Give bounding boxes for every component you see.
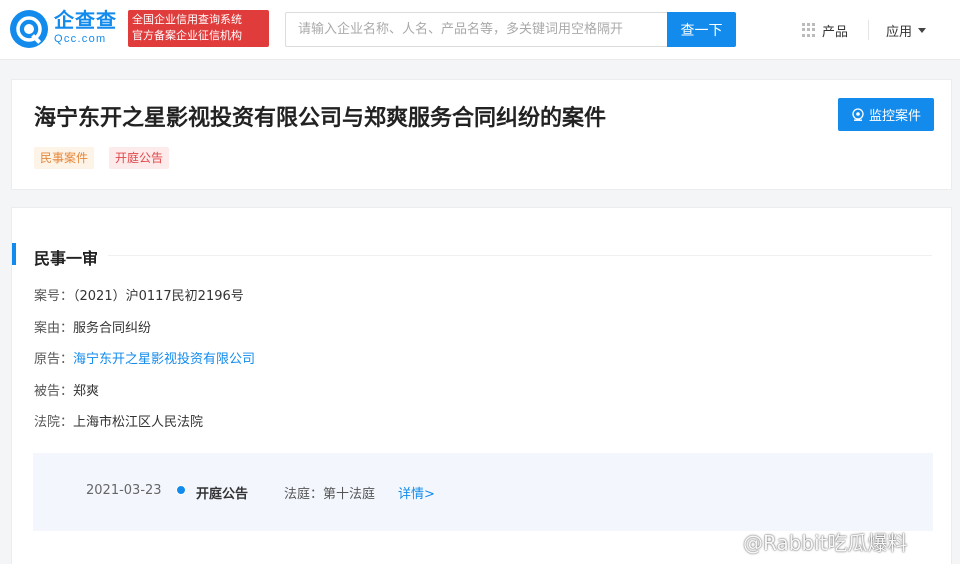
cause-label: 案由： (34, 321, 74, 336)
timeline-type: 开庭公告 (196, 487, 249, 502)
case-header-card: 海宁东开之星影视投资有限公司与郑爽服务合同纠纷的案件 民事案件 开庭公告 监控案… (11, 79, 952, 190)
monitor-case-label: 监控案件 (868, 109, 921, 124)
watermark-text: @Rabbit吃瓜爆料 (743, 530, 908, 555)
plaintiff-label: 原告： (34, 352, 74, 367)
timeline-court-label: 法庭： (284, 487, 324, 502)
nav-products-label: 产品 (822, 24, 849, 40)
timeline-court: 法庭：第十法庭 (284, 483, 375, 502)
case-number-label: 案号： (34, 289, 74, 304)
timeline-detail-link[interactable]: 详情> (398, 483, 435, 502)
tag-hearing-notice: 开庭公告 (109, 147, 170, 169)
case-title: 海宁东开之星影视投资有限公司与郑爽服务合同纠纷的案件 (34, 106, 607, 131)
brand[interactable]: 企查查 Qcc.com (54, 8, 126, 46)
section-marker (12, 243, 16, 265)
cause-value: 服务合同纠纷 (73, 321, 152, 336)
timeline-court-value: 第十法庭 (323, 487, 376, 502)
monitor-case-button[interactable]: 监控案件 (838, 98, 934, 131)
search-button[interactable]: 查一下 (667, 12, 736, 47)
nav-products[interactable]: 产品 (802, 20, 848, 40)
qcc-logo-icon[interactable] (10, 10, 48, 48)
certification-badge: 全国企业信用查询系统 官方备案企业征信机构 (128, 10, 269, 47)
court-value: 上海市松江区人民法院 (73, 415, 204, 430)
nav-divider (868, 20, 869, 40)
grid-icon (802, 23, 816, 37)
chevron-down-icon (918, 27, 927, 33)
timeline-item: 2021-03-23 开庭公告 法庭：第十法庭 详情> (33, 453, 933, 531)
nav-apps-label: 应用 (886, 24, 913, 40)
tag-civil-case: 民事案件 (34, 147, 95, 169)
top-header: 企查查 Qcc.com 全国企业信用查询系统 官方备案企业征信机构 查一下 产品… (0, 0, 960, 60)
info-row-cause: 案由：服务合同纠纷 (34, 317, 151, 336)
badge-line-2: 官方备案企业征信机构 (132, 29, 242, 42)
brand-name: 企查查 (54, 8, 117, 32)
timeline-dot-icon (176, 485, 186, 495)
info-row-defendant: 被告：郑爽 (34, 380, 99, 399)
watermark: @Rabbit吃瓜爆料 (711, 526, 908, 556)
badge-line-1: 全国企业信用查询系统 (132, 13, 242, 26)
info-row-case-number: 案号：（2021）沪0117民初2196号 (34, 285, 244, 304)
weibo-icon (712, 532, 738, 552)
case-detail-card: 民事一审 案号：（2021）沪0117民初2196号 案由：服务合同纠纷 原告：… (11, 207, 952, 564)
defendant-value: 郑爽 (73, 384, 100, 399)
monitor-icon (852, 107, 864, 121)
timeline-date: 2021-03-23 (86, 483, 162, 498)
nav-apps[interactable]: 应用 (886, 20, 927, 40)
plaintiff-link[interactable]: 海宁东开之星影视投资有限公司 (73, 352, 255, 367)
info-row-court: 法院：上海市松江区人民法院 (34, 411, 203, 430)
court-label: 法院： (34, 415, 74, 430)
section-title: 民事一审 (34, 249, 99, 268)
search-input[interactable] (285, 12, 667, 47)
section-divider (108, 255, 932, 256)
defendant-label: 被告： (34, 384, 74, 399)
brand-domain: Qcc.com (54, 33, 107, 45)
case-number-value: （2021）沪0117民初2196号 (73, 289, 244, 304)
info-row-plaintiff: 原告：海宁东开之星影视投资有限公司 (34, 348, 255, 367)
